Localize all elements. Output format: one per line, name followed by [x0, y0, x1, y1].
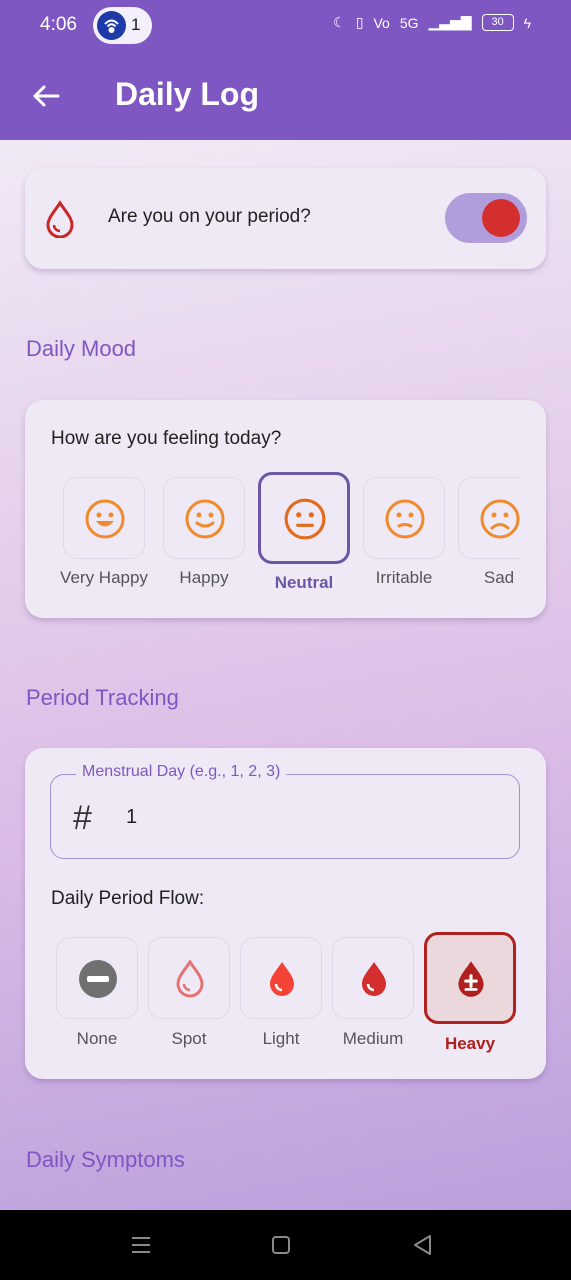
- mood-option-happy[interactable]: [163, 477, 245, 559]
- status-time: 4:06: [40, 14, 77, 35]
- period-question: Are you on your period?: [108, 206, 311, 227]
- moon-icon: ☾: [333, 14, 346, 30]
- flow-title: Daily Period Flow:: [51, 888, 205, 909]
- drop-medium-icon: [362, 962, 386, 996]
- battery-icon: 30: [481, 14, 514, 31]
- menstrual-day-label: Menstrual Day (e.g., 1, 2, 3): [76, 763, 287, 781]
- flow-label-heavy: Heavy: [444, 1034, 496, 1053]
- mood-label-sad: Sad: [483, 568, 515, 587]
- menstrual-day-value[interactable]: 1: [126, 806, 137, 829]
- volte-icon: Vo: [373, 14, 390, 31]
- status-bar: 4:06 1 ☾ ▯ Vo 5G ▁▃▅▇ 30 ϟ: [0, 0, 571, 52]
- mood-option-irritable[interactable]: [363, 477, 445, 559]
- recent-apps-icon[interactable]: [131, 1236, 151, 1254]
- system-nav-bar: [0, 1210, 571, 1280]
- period-toggle[interactable]: [445, 193, 527, 243]
- home-icon[interactable]: [272, 1236, 290, 1254]
- drop-heavy-icon: [458, 961, 484, 997]
- vibrate-icon: ▯: [355, 14, 364, 30]
- symptoms-section-title: Daily Symptoms: [26, 1147, 185, 1172]
- drop-light-icon: [270, 962, 294, 996]
- mood-card: How are you feeling today? Very Happy Ha…: [25, 400, 546, 618]
- status-icons: ☾ ▯ Vo 5G ▁▃▅▇ 30 ϟ: [333, 14, 531, 31]
- menstrual-day-field[interactable]: Menstrual Day (e.g., 1, 2, 3) # 1: [50, 763, 520, 859]
- flow-option-heavy[interactable]: [424, 932, 516, 1024]
- app-bar: Daily Log: [0, 52, 571, 140]
- mood-option-sad[interactable]: [458, 477, 520, 559]
- sad-face-icon: [480, 499, 520, 539]
- main-content[interactable]: Are you on your period? Daily Mood How a…: [0, 140, 571, 1210]
- happy-face-icon: [185, 499, 225, 539]
- period-tracking-title: Period Tracking: [26, 685, 179, 710]
- notification-pill[interactable]: 1: [93, 7, 152, 44]
- flow-label-medium: Medium: [342, 1029, 404, 1048]
- mood-section-title: Daily Mood: [26, 336, 137, 361]
- flow-option-spot[interactable]: [148, 937, 230, 1019]
- flow-option-light[interactable]: [240, 937, 322, 1019]
- blood-drop-icon: [43, 200, 77, 239]
- irritable-face-icon: [385, 499, 425, 539]
- very-happy-face-icon: [85, 499, 125, 539]
- period-tracking-card: Menstrual Day (e.g., 1, 2, 3) # 1 Daily …: [25, 748, 546, 1079]
- minus-circle-icon: [79, 960, 117, 998]
- mood-option-neutral[interactable]: [258, 472, 350, 564]
- hash-icon: #: [73, 799, 92, 837]
- signal-icon: ▁▃▅▇: [428, 14, 472, 30]
- hotspot-icon: [97, 11, 126, 40]
- mood-option-very-happy[interactable]: [63, 477, 145, 559]
- page-title: Daily Log: [115, 76, 260, 112]
- back-arrow-icon[interactable]: [28, 78, 64, 114]
- notification-count: 1: [131, 15, 141, 34]
- mood-question: How are you feeling today?: [51, 428, 282, 449]
- period-card: Are you on your period?: [25, 168, 546, 269]
- network-label: 5G: [399, 14, 419, 31]
- neutral-face-icon: [284, 498, 326, 540]
- drop-outline-icon: [176, 959, 204, 998]
- toggle-knob: [482, 199, 520, 237]
- flow-option-medium[interactable]: [332, 937, 414, 1019]
- flow-option-none[interactable]: [56, 937, 138, 1019]
- nav-back-icon[interactable]: [412, 1234, 432, 1256]
- charging-icon: ϟ: [523, 14, 531, 31]
